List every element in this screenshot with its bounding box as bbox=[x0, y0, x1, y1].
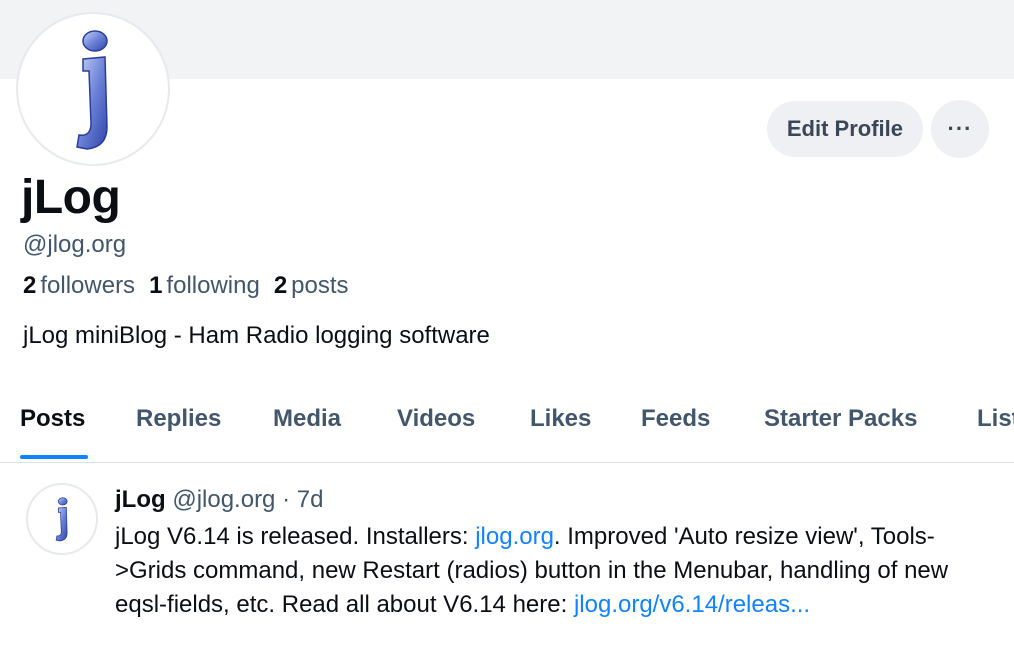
post-text: jLog V6.14 is released. Installers: jlog… bbox=[115, 520, 995, 622]
profile-actions: Edit Profile ··· bbox=[766, 100, 989, 158]
jlog-logo-icon bbox=[76, 30, 108, 150]
tab-starter-packs[interactable]: Starter Packs bbox=[764, 405, 917, 433]
tab-likes[interactable]: Likes bbox=[530, 405, 591, 433]
followers-label: followers bbox=[40, 272, 136, 299]
followers-link[interactable]: 2 followers bbox=[23, 272, 135, 300]
post-link-jlog[interactable]: jlog.org bbox=[475, 523, 554, 550]
post-avatar[interactable] bbox=[26, 483, 98, 555]
post-author-name[interactable]: jLog bbox=[115, 486, 166, 513]
profile-avatar[interactable] bbox=[16, 12, 170, 166]
post-text-part: jLog V6.14 is released. Installers: bbox=[115, 523, 476, 550]
tab-feeds[interactable]: Feeds bbox=[641, 405, 710, 433]
post-author-handle[interactable]: @jlog.org bbox=[172, 486, 275, 513]
profile-stats: 2 followers 1 following 2 posts bbox=[23, 272, 349, 300]
posts-count: 2 bbox=[273, 272, 288, 299]
profile-bio: jLog miniBlog - Ham Radio logging softwa… bbox=[23, 322, 490, 349]
jlog-logo-icon bbox=[55, 497, 68, 542]
followers-count: 2 bbox=[23, 272, 37, 299]
tab-replies[interactable]: Replies bbox=[136, 405, 221, 433]
post-header: jLog @jlog.org · 7d bbox=[115, 486, 323, 514]
following-count: 1 bbox=[149, 272, 163, 299]
post-timestamp[interactable]: 7d bbox=[297, 486, 324, 513]
following-link[interactable]: 1 following bbox=[149, 272, 260, 300]
profile-handle: @jlog.org bbox=[23, 231, 127, 258]
tab-posts[interactable]: Posts bbox=[20, 405, 85, 433]
following-label: following bbox=[166, 272, 260, 299]
feed-post[interactable]: jLog @jlog.org · 7d jLog V6.14 is releas… bbox=[0, 463, 1014, 669]
tab-lists[interactable]: Lists bbox=[977, 405, 1014, 433]
profile-name: jLog bbox=[21, 171, 121, 224]
post-separator: · bbox=[282, 486, 291, 513]
active-tab-indicator bbox=[20, 455, 88, 459]
posts-label: posts bbox=[291, 272, 349, 299]
tab-media[interactable]: Media bbox=[273, 405, 341, 433]
post-link-release[interactable]: jlog.org/v6.14/releas... bbox=[574, 591, 810, 618]
edit-profile-button[interactable]: Edit Profile bbox=[766, 101, 923, 157]
posts-stat: 2 posts bbox=[274, 272, 349, 300]
tab-videos[interactable]: Videos bbox=[397, 405, 475, 433]
profile-tabs: Posts Replies Media Videos Likes Feeds S… bbox=[0, 381, 1014, 463]
more-options-button[interactable]: ··· bbox=[931, 100, 989, 158]
